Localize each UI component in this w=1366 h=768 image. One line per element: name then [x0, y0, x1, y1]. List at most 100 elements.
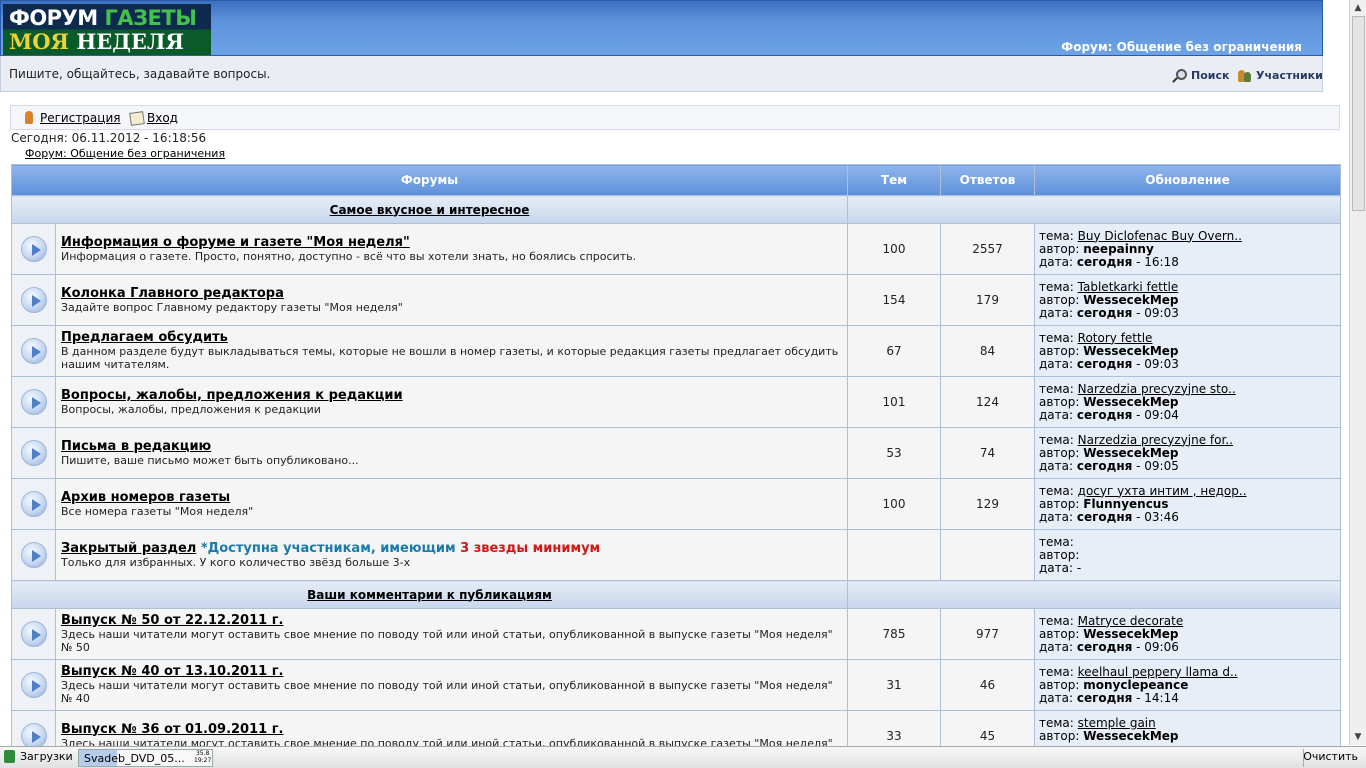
last-topic-link[interactable]: досуг ухта интим , недор..: [1078, 484, 1247, 498]
last-date-time: - 09:03: [1132, 356, 1179, 371]
forum-topic-count: 785: [847, 608, 941, 660]
login-link[interactable]: Вход: [129, 110, 178, 125]
forum-status-icon: [20, 338, 47, 364]
last-topic-link[interactable]: Matryce decorate: [1078, 614, 1184, 628]
last-topic-link[interactable]: Rotory fettle: [1078, 331, 1153, 345]
search-icon: [1172, 68, 1187, 83]
login-icon: [129, 110, 144, 125]
download-item[interactable]: Svadeb_DVD_05...: [78, 749, 213, 767]
last-topic-link[interactable]: Tabletkarki fettle: [1078, 280, 1179, 294]
last-topic-line: тема:: [1039, 534, 1340, 549]
last-author-label: автор:: [1039, 394, 1080, 409]
login-label: Вход: [147, 110, 178, 125]
category-empty-topics: [847, 195, 1341, 224]
register-link[interactable]: Регистрация: [22, 110, 120, 125]
last-date-day: сегодня: [1076, 509, 1133, 524]
forum-access-note: *Доступна участникам, имеющим: [196, 540, 461, 556]
last-author-label: автор:: [1039, 445, 1080, 460]
last-author-name[interactable]: WessecekMep: [1083, 627, 1178, 641]
category-title[interactable]: Самое вкусное и интересное: [330, 203, 530, 217]
last-author-name[interactable]: monyclepeance: [1083, 678, 1188, 692]
last-topic-link[interactable]: Buy Diclofenac Buy Overn..: [1078, 229, 1242, 243]
search-link[interactable]: Поиск: [1172, 68, 1229, 83]
logo-line-1: ФОРУМ ГАЗЕТЫ: [9, 6, 197, 30]
forum-name-link[interactable]: Письма в редакцию: [61, 439, 211, 454]
col-header-updated: Обновление: [1034, 164, 1341, 196]
members-link-label: Участники: [1256, 69, 1323, 82]
last-date-line: дата: сегодня - 09:04: [1039, 407, 1340, 422]
forum-title[interactable]: Форум: Общение без ограничения: [1061, 40, 1302, 54]
forum-row: Закрытый раздел *Доступна участникам, им…: [11, 529, 1341, 581]
forum-icon-cell: [11, 223, 56, 275]
last-author-name[interactable]: WessecekMep: [1083, 395, 1178, 409]
last-date-label: дата:: [1039, 509, 1074, 524]
last-topic-label: тема:: [1039, 330, 1074, 345]
forum-name-link[interactable]: Архив номеров газеты: [61, 490, 230, 505]
last-update-cell: тема: Tabletkarki fettle автор: WessecekM…: [1034, 274, 1341, 326]
category-cell: Ваши комментарии к публикациям: [11, 580, 848, 609]
forum-reply-count: 129: [940, 478, 1035, 530]
downloads-bar: Загрузки Svadeb_DVD_05... 35.8 19:27 Очи…: [0, 746, 1366, 768]
last-author-name[interactable]: neepainny: [1083, 242, 1154, 256]
forum-name-link[interactable]: Выпуск № 40 от 13.10.2011 г.: [61, 664, 283, 679]
forum-description: Здесь наши читатели могут оставить свое …: [61, 628, 833, 654]
vertical-scrollbar[interactable]: ▲ ▼: [1349, 0, 1366, 745]
col-header-topics: Тем: [847, 164, 941, 196]
forum-name-link[interactable]: Выпуск № 50 от 22.12.2011 г.: [61, 613, 283, 628]
forum-name-link[interactable]: Вопросы, жалобы, предложения к редакции: [61, 388, 403, 403]
last-author-name[interactable]: WessecekMep: [1083, 729, 1178, 743]
forum-icon-cell: [11, 325, 56, 377]
clear-downloads-button[interactable]: Очистить: [1303, 750, 1358, 763]
last-author-name[interactable]: WessecekMep: [1083, 344, 1178, 358]
forum-name-link[interactable]: Выпуск № 36 от 01.09.2011 г.: [61, 722, 283, 737]
last-topic-link[interactable]: stemple gain: [1078, 716, 1156, 730]
current-date: Сегодня: 06.11.2012 - 16:18:56: [11, 131, 207, 145]
last-date-day: сегодня: [1076, 356, 1133, 371]
last-author-name[interactable]: WessecekMep: [1083, 293, 1178, 307]
forum-reply-count: 84: [940, 325, 1035, 377]
forum-table: Форумы Тем Ответов Обновление Самое вкус…: [11, 164, 1341, 762]
downloads-button[interactable]: Загрузки: [4, 750, 73, 763]
scroll-up-arrow-icon[interactable]: ▲: [1350, 0, 1366, 16]
site-logo[interactable]: ФОРУМ ГАЗЕТЫ МОЯ НЕДЕЛЯ: [3, 4, 211, 55]
users-icon: [1237, 68, 1252, 83]
last-topic-link[interactable]: Narzedzia precyzyjne sto..: [1078, 382, 1236, 396]
forum-table-body: Самое вкусное и интересное Информация о ф…: [11, 195, 1341, 762]
forum-icon-cell: [11, 659, 56, 711]
last-date-label: дата:: [1039, 407, 1074, 422]
forum-name-link[interactable]: Колонка Главного редактора: [61, 286, 284, 301]
last-date-label: дата:: [1039, 690, 1074, 705]
last-date-label: дата:: [1039, 254, 1074, 269]
forum-topic-count: 100: [847, 223, 941, 275]
breadcrumb[interactable]: Форум: Общение без ограничения: [25, 147, 225, 160]
logo-word-nedelya: НЕДЕЛЯ: [76, 29, 184, 54]
forum-icon-cell: [11, 427, 56, 479]
forum-reply-count: 179: [940, 274, 1035, 326]
last-topic-label: тема:: [1039, 534, 1074, 549]
last-author-line: автор: WessecekMep: [1039, 729, 1340, 743]
forum-reply-count: 124: [940, 376, 1035, 428]
last-date-time: - 14:14: [1132, 690, 1179, 705]
category-title[interactable]: Ваши комментарии к публикациям: [307, 588, 552, 602]
last-topic-link[interactable]: Narzedzia precyzyjne for..: [1078, 433, 1233, 447]
last-date-day: сегодня: [1076, 305, 1133, 320]
last-date-time: - 03:46: [1132, 509, 1179, 524]
category-row: Самое вкусное и интересное: [11, 195, 1341, 224]
forum-name-link[interactable]: Информация о форуме и газете "Моя неделя…: [61, 235, 410, 250]
forum-icon-cell: [11, 529, 56, 581]
last-date-line: дата: -: [1039, 561, 1340, 575]
members-link[interactable]: Участники: [1237, 68, 1323, 83]
forum-name-link[interactable]: Закрытый раздел: [61, 541, 196, 556]
last-topic-link[interactable]: keelhaul peppery llama d..: [1078, 665, 1238, 679]
scrollbar-thumb[interactable]: [1352, 16, 1365, 211]
download-size-done: 35.8: [195, 750, 210, 757]
last-author-name[interactable]: Flunnyencus: [1083, 497, 1168, 511]
last-author-name[interactable]: WessecekMep: [1083, 446, 1178, 460]
forum-icon-cell: [11, 376, 56, 428]
last-date-time: - 09:05: [1132, 458, 1179, 473]
scroll-down-arrow-icon[interactable]: ▼: [1350, 729, 1366, 745]
logo-line-2: МОЯ НЕДЕЛЯ: [9, 29, 184, 54]
forum-name-link[interactable]: Предлагаем обсудить: [61, 330, 228, 345]
last-date-time: - 09:06: [1132, 639, 1179, 654]
last-author-label: автор:: [1039, 547, 1080, 562]
